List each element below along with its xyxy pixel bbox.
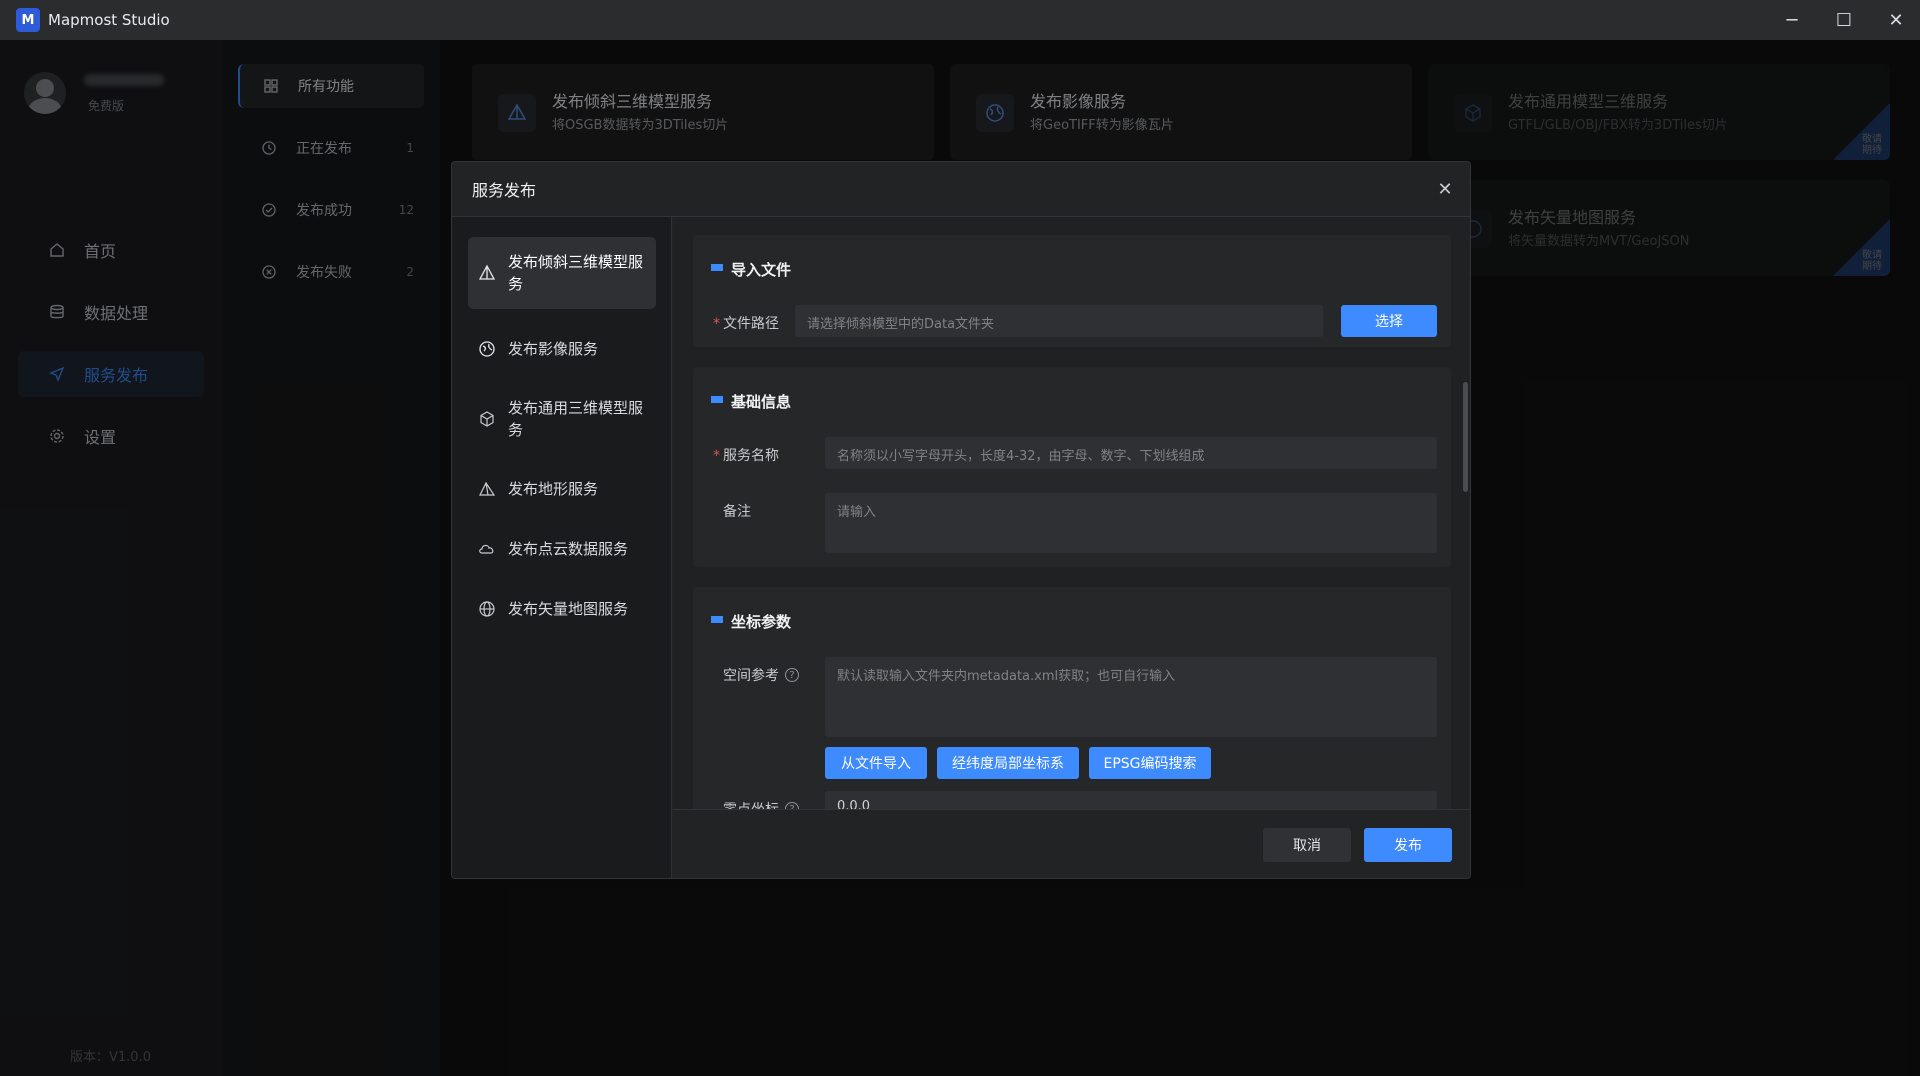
cancel-button[interactable]: 取消 <box>1263 828 1351 862</box>
section-coordinates: 坐标参数 空间参考? 默认读取输入文件夹内metadata.xml获取；也可自行… <box>693 587 1451 809</box>
menu-item-label: 发布影像服务 <box>508 340 599 358</box>
help-icon[interactable]: ? <box>785 668 799 682</box>
pyramid-icon <box>478 264 496 282</box>
srs-label: 空间参考? <box>723 665 799 685</box>
publish-dialog: 服务发布 ✕ 发布倾斜三维模型服务 发布影像服务 发布通用三维模型服务 发布地形… <box>451 161 1471 879</box>
import-from-file-button[interactable]: 从文件导入 <box>825 747 927 779</box>
dialog-form[interactable]: 导入文件 * 文件路径 请选择倾斜模型中的Data文件夹 选择 基础信息 * 服务名… <box>673 217 1470 809</box>
publish-button[interactable]: 发布 <box>1364 828 1452 862</box>
srs-textarea[interactable]: 默认读取输入文件夹内metadata.xml获取；也可自行输入 <box>825 657 1437 737</box>
cube-icon <box>478 410 496 428</box>
note-textarea[interactable]: 请输入 <box>825 493 1437 553</box>
close-icon[interactable]: ✕ <box>1434 178 1456 200</box>
service-name-input[interactable]: 名称须以小写字母开头，长度4-32，由字母、数字、下划线组成 <box>825 437 1437 469</box>
menu-item-terrain[interactable]: 发布地形服务 <box>468 467 656 511</box>
app-title: Mapmost Studio <box>48 11 170 29</box>
dialog-menu: 发布倾斜三维模型服务 发布影像服务 发布通用三维模型服务 发布地形服务 发布点云… <box>452 217 672 878</box>
menu-item-generic-3d[interactable]: 发布通用三维模型服务 <box>468 385 656 453</box>
service-name-label: * 服务名称 <box>713 448 779 464</box>
title-bar: M Mapmost Studio ─ ☐ ✕ <box>0 0 1920 40</box>
dialog-title: 服务发布 <box>472 181 537 200</box>
menu-item-label: 发布矢量地图服务 <box>508 600 629 618</box>
menu-item-label: 发布地形服务 <box>508 480 599 498</box>
cloud-icon <box>478 540 496 558</box>
file-path-input[interactable]: 请选择倾斜模型中的Data文件夹 <box>795 305 1323 337</box>
menu-item-imagery[interactable]: 发布影像服务 <box>468 327 656 371</box>
help-icon[interactable]: ? <box>785 802 799 809</box>
note-label: 备注 <box>723 504 751 520</box>
epsg-search-button[interactable]: EPSG编码搜索 <box>1089 747 1211 779</box>
select-button[interactable]: 选择 <box>1341 305 1437 337</box>
menu-item-point-cloud[interactable]: 发布点云数据服务 <box>468 527 656 571</box>
menu-item-vector-map[interactable]: 发布矢量地图服务 <box>468 587 656 631</box>
dialog-header: 服务发布 ✕ <box>452 162 1470 217</box>
origin-label: 零点坐标? <box>723 799 799 809</box>
menu-item-label: 发布通用三维模型服务 <box>508 399 644 439</box>
section-basic-info: 基础信息 * 服务名称 名称须以小写字母开头，长度4-32，由字母、数字、下划线组… <box>693 367 1451 567</box>
scrollbar[interactable] <box>1463 382 1468 492</box>
minimize-button[interactable]: ─ <box>1766 0 1818 40</box>
dialog-footer: 取消 发布 <box>673 809 1470 878</box>
close-window-button[interactable]: ✕ <box>1870 0 1920 40</box>
flag-icon <box>711 395 723 408</box>
section-title: 基础信息 <box>711 391 791 412</box>
path-label: * 文件路径 <box>713 316 779 332</box>
section-title: 坐标参数 <box>711 611 791 632</box>
menu-item-label: 发布倾斜三维模型服务 <box>508 253 644 293</box>
mountain-icon <box>478 480 496 498</box>
maximize-button[interactable]: ☐ <box>1818 0 1870 40</box>
menu-item-oblique-3d[interactable]: 发布倾斜三维模型服务 <box>468 237 656 309</box>
flag-icon <box>711 263 723 276</box>
globe-icon <box>478 340 496 358</box>
section-title: 导入文件 <box>711 259 791 280</box>
section-import: 导入文件 * 文件路径 请选择倾斜模型中的Data文件夹 选择 <box>693 235 1451 347</box>
menu-item-label: 发布点云数据服务 <box>508 540 629 558</box>
globe-grid-icon <box>478 600 496 618</box>
flag-icon <box>711 615 723 628</box>
local-coordinate-button[interactable]: 经纬度局部坐标系 <box>937 747 1079 779</box>
origin-input[interactable]: 0,0,0 <box>825 791 1437 809</box>
app-logo-icon: M <box>16 8 40 32</box>
